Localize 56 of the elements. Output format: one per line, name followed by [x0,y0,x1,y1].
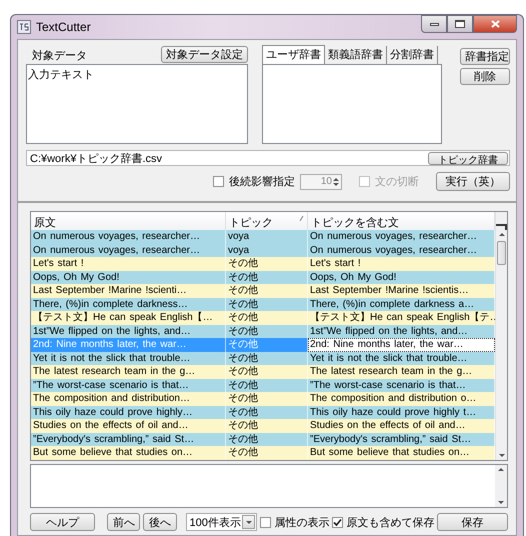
save-button[interactable]: 保存 [437,513,508,531]
previous-button[interactable]: 前へ [107,513,140,531]
dictionary-select-button[interactable]: 辞書指定 [460,48,510,65]
scrollbar[interactable] [495,465,507,507]
detail-text-field[interactable] [30,464,508,508]
input-text-field[interactable]: 入力テキスト [26,64,248,144]
checkbox[interactable] [260,516,272,528]
help-button[interactable]: ヘルプ [30,513,96,531]
topic-dictionary-button[interactable]: トピック辞書 [428,152,508,164]
original-text-cell: But some believe that studies on… [31,446,226,460]
table-row[interactable]: On numerous voyages, researcher… voya On numerous voyages, researcher… [31,244,495,257]
target-data-button[interactable]: 対象データ設定 [160,46,248,63]
maximize-button[interactable] [447,15,473,33]
maximize-icon [455,20,465,28]
sort-icon [299,215,304,221]
original-text-cell: 2nd: Nine months later, the war… [31,338,226,352]
minimize-button[interactable] [421,15,447,33]
minimize-icon [430,22,438,26]
sentence-cell: 2nd: Nine months later, the war… [308,338,495,352]
table-row[interactable]: ”Everybody's scrambling,” said St… その他 ”Everybody's scrambling,” said St… [31,432,495,446]
checkbox-label: 文の切断 [375,174,419,189]
table-row[interactable]: Studies on the effects of oil and… その他 Studies on the effects of oil and… [31,419,495,432]
table-row[interactable]: The latest research team in the g… その他 The latest research team in the g… [31,365,495,378]
page-size-dropdown[interactable]: 100件表示 [186,513,258,531]
table-row[interactable]: Oops, Oh My God! その他 Oops, Oh My God! [31,270,495,284]
dictionary-tab[interactable]: ユーザ辞書 [262,45,325,64]
topic-cell: その他 [226,338,308,352]
table-row[interactable]: ”The worst-case scenario is that… その他 ”The worst-case scenario is that… [31,378,495,392]
table-row[interactable]: Last September !Marine !scienti… その他 Last September !Marine !scientis… [31,284,495,298]
scrollbar[interactable] [495,212,507,460]
close-icon [490,20,500,28]
delete-button[interactable]: 削除 [460,68,510,85]
close-button[interactable] [473,15,517,33]
dropdown-icon [242,515,256,529]
window-title: TextCutter [36,20,91,34]
next-button[interactable]: 後へ [143,513,177,531]
checkbox[interactable] [332,516,344,528]
table-row[interactable]: Let's start ! その他 Let's start ! [31,257,495,270]
file-path-field[interactable]: C:¥work¥トピック辞書.csv トピック辞書 [26,150,510,166]
table-row[interactable]: This oily haze could prove highly… その他 This oily haze could prove highly t… [31,406,495,419]
checkbox[interactable] [213,176,224,187]
checkbox-label: 原文も含めて保存 [346,516,434,530]
app-icon [17,20,31,34]
table-row[interactable]: On numerous voyages, researcher… voya On numerous voyages, researcher… [31,230,495,244]
table-row[interactable]: Yet it is not the slick that trouble… その他 Yet it is not the slick that trouble… [31,352,495,365]
checkbox-label: 属性の表示 [274,516,330,530]
checkbox-label: 後続影響指定 [229,174,295,189]
target-data-label: 対象データ [32,48,87,63]
dictionary-list[interactable] [262,64,442,144]
table-row[interactable]: 2nd: Nine months later, the war… その他 2nd: Nine months later, the war… [31,338,495,352]
topic-cell: その他 [226,446,308,460]
table-row[interactable]: There, (%)in complete darkness… その他 There, (%)in complete darkness a… [31,298,495,311]
table-row[interactable]: The composition and distribution… その他 The composition and distribution o… [31,392,495,406]
run-button[interactable]: 実行（英） [436,172,510,191]
table-row[interactable]: But some believe that studies on… その他 But some believe that studies on… [31,446,495,460]
table-row[interactable]: 1st”We flipped on the lights, and… その他 1st”We flipped on the lights, and… [31,324,495,338]
